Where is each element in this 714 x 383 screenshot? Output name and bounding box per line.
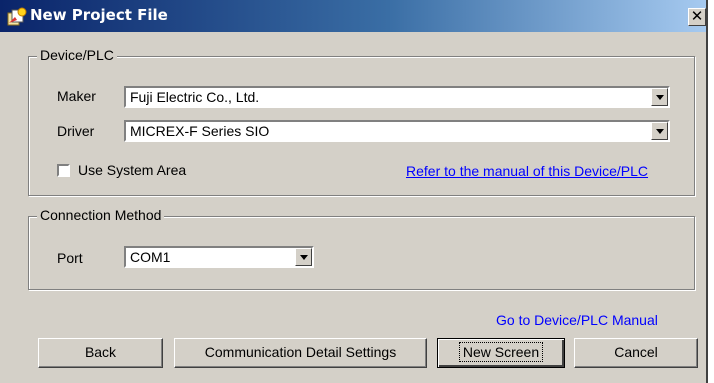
maker-select[interactable]: Fuji Electric Co., Ltd. <box>124 86 670 108</box>
new-project-dialog: New Project File ✕ Device/PLC Maker Fuji… <box>0 0 708 383</box>
new-screen-label: New Screen <box>458 342 544 362</box>
communication-detail-settings-label: Communication Detail Settings <box>204 344 397 360</box>
new-screen-button[interactable]: New Screen <box>437 338 565 368</box>
device-manual-link[interactable]: Refer to the manual of this Device/PLC <box>406 163 648 179</box>
title-bar[interactable]: New Project File ✕ <box>0 0 706 32</box>
port-select[interactable]: COM1 <box>124 246 314 268</box>
back-button[interactable]: Back <box>38 338 163 368</box>
chevron-down-icon[interactable] <box>651 122 668 140</box>
communication-detail-settings-button[interactable]: Communication Detail Settings <box>174 338 427 368</box>
chevron-down-icon[interactable] <box>651 88 668 106</box>
driver-select-value: MICREX-F Series SIO <box>130 123 270 139</box>
driver-label: Driver <box>57 123 95 139</box>
use-system-area-label[interactable]: Use System Area <box>78 162 186 178</box>
close-button[interactable]: ✕ <box>688 8 706 26</box>
driver-select[interactable]: MICREX-F Series SIO <box>124 120 670 142</box>
cancel-label: Cancel <box>614 344 658 360</box>
new-project-icon <box>7 7 27 26</box>
port-select-value: COM1 <box>130 249 171 265</box>
cancel-button[interactable]: Cancel <box>574 338 698 368</box>
maker-select-value: Fuji Electric Co., Ltd. <box>130 89 260 105</box>
back-button-label: Back <box>84 344 117 360</box>
close-icon: ✕ <box>690 7 704 25</box>
device-plc-group-label: Device/PLC <box>37 47 117 63</box>
chevron-down-icon[interactable] <box>295 248 312 266</box>
use-system-area-checkbox[interactable] <box>57 164 70 177</box>
connection-method-group-label: Connection Method <box>37 207 165 223</box>
port-label: Port <box>57 250 83 266</box>
go-to-manual-link[interactable]: Go to Device/PLC Manual <box>496 312 658 328</box>
window-title: New Project File <box>30 6 168 24</box>
maker-label: Maker <box>57 88 96 104</box>
